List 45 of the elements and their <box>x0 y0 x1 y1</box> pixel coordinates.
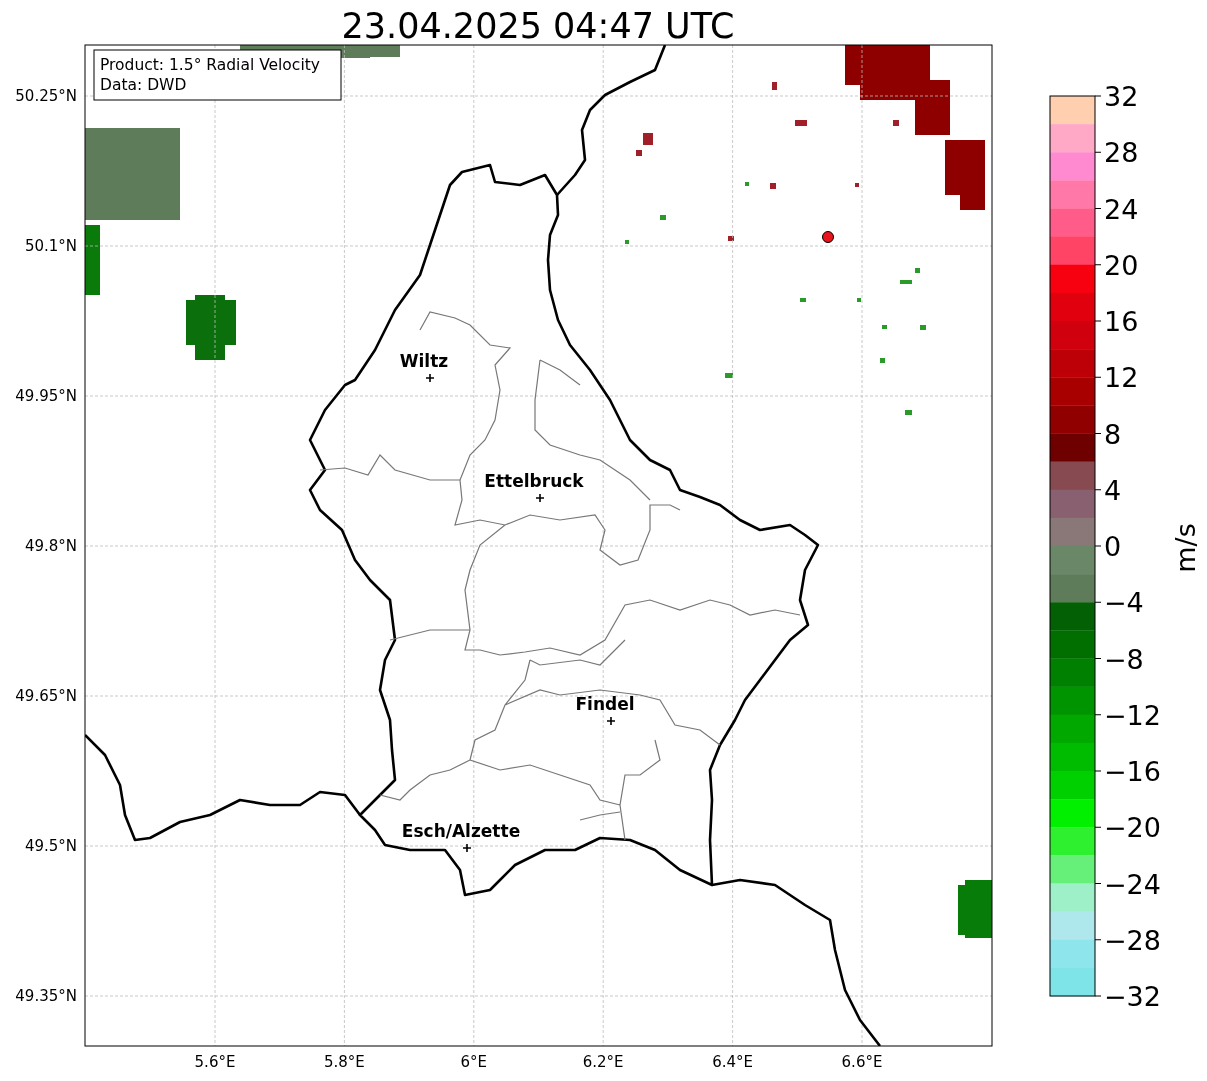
city-label: Wiltz <box>399 351 449 371</box>
colorbar-unit-label: m/s <box>1170 523 1201 573</box>
chart-title: 23.04.2025 04:47 UTC <box>341 6 735 46</box>
latitude-label: 49.5°N <box>24 837 77 855</box>
city-label: Ettelbruck <box>484 471 584 491</box>
colorbar-tick-label: 20 <box>1104 249 1139 281</box>
city-label: Esch/Alzette <box>401 821 521 841</box>
latitude-label: 49.8°N <box>24 537 77 555</box>
colorbar-tick-label: −16 <box>1104 756 1161 787</box>
latitude-label: 50.25°N <box>15 87 77 105</box>
city-marker-icon <box>425 373 435 383</box>
colorbar-tick-label: 28 <box>1104 137 1139 169</box>
colorbar-tick-label: −32 <box>1104 981 1161 1012</box>
info-text: Data: DWD <box>100 76 187 94</box>
longitude-label: 6.4°E <box>712 1053 753 1071</box>
colorbar-tick-label: 24 <box>1104 193 1139 225</box>
latitude-label: 49.95°N <box>15 387 77 405</box>
colorbar-tick-label: 12 <box>1104 362 1139 394</box>
colorbar-tick-label: 16 <box>1104 306 1139 337</box>
longitude-label: 5.8°E <box>324 1053 365 1071</box>
colorbar-tick-label: 4 <box>1104 474 1122 506</box>
longitude-label: 5.6°E <box>194 1053 236 1071</box>
longitude-label: 6.2°E <box>582 1053 624 1071</box>
colorbar-tick-label: 8 <box>1104 418 1122 450</box>
latitude-label: 49.65°N <box>15 687 77 705</box>
radar-echo-drawing <box>186 295 236 360</box>
colorbar-tick-label: −4 <box>1104 587 1144 619</box>
colorbar-tick-label: −24 <box>1104 868 1161 900</box>
colorbar-tick-label: −12 <box>1104 699 1161 731</box>
radar-site-marker <box>822 231 834 243</box>
longitude-label: 6.6°E <box>841 1053 883 1071</box>
info-text: Product: 1.5° Radial Velocity <box>100 56 320 74</box>
colorbar-tick-label: −8 <box>1104 643 1144 675</box>
colorbar-tick-label: −28 <box>1104 924 1161 956</box>
colorbar-tick-label: −20 <box>1104 812 1161 844</box>
longitude-label: 6°E <box>460 1053 488 1071</box>
colorbar-tick-label: 32 <box>1104 81 1139 112</box>
latitude-label: 49.35°N <box>15 987 77 1005</box>
city-marker-icon <box>462 843 472 853</box>
city-marker-icon <box>606 716 616 726</box>
city-label: Findel <box>575 694 635 714</box>
latitude-label: 50.1°N <box>24 237 77 255</box>
city-marker-icon <box>535 493 545 503</box>
radar-echo-drawing <box>958 880 992 938</box>
colorbar-tick-label: 0 <box>1104 531 1122 562</box>
